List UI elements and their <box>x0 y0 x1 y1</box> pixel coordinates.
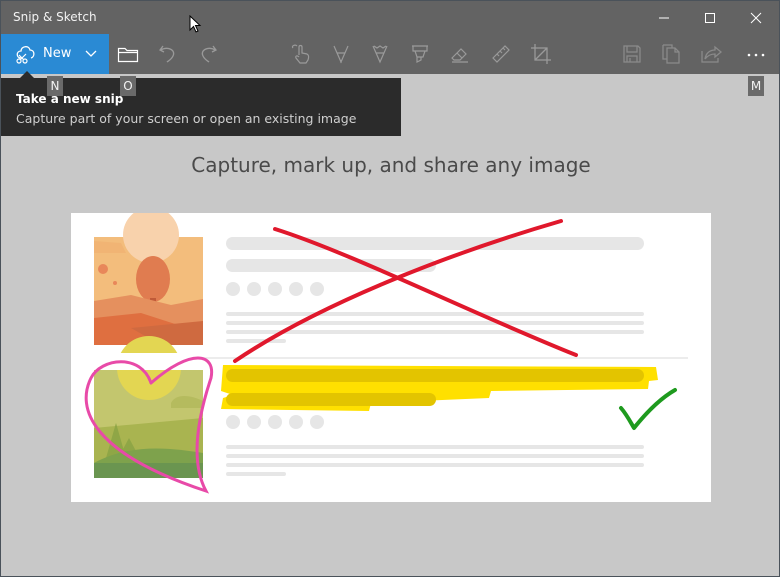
copy-button[interactable] <box>656 39 686 69</box>
tooltip-description: Capture part of your screen or open an e… <box>16 111 357 126</box>
balloon-picture <box>94 207 203 345</box>
ballpoint-pen-icon <box>333 45 349 64</box>
open-file-button[interactable] <box>113 39 143 69</box>
undo-icon <box>159 45 175 63</box>
more-icon <box>747 53 765 57</box>
mouse-cursor-icon <box>189 15 202 33</box>
chevron-down-icon <box>85 50 97 57</box>
ruler-button[interactable] <box>486 39 516 69</box>
landscape-picture <box>94 336 203 478</box>
pencil-button[interactable] <box>365 39 395 69</box>
copy-icon <box>662 44 680 64</box>
share-icon <box>701 45 722 63</box>
pencil-icon <box>372 45 388 64</box>
keytip-new: N <box>47 76 63 96</box>
touch-writing-button[interactable] <box>286 39 316 69</box>
green-checkmark <box>619 388 677 430</box>
snip-and-sketch-window: Snip & Sketch New Take a new snip Captur… <box>0 0 780 577</box>
new-dropdown-button[interactable] <box>84 46 98 65</box>
toolbar: New <box>1 34 779 74</box>
new-button-label: New <box>43 46 72 61</box>
keytip-open: O <box>120 76 136 96</box>
illustration-graphic <box>84 207 688 494</box>
snip-icon <box>16 46 35 64</box>
placeholder-lines-bottom <box>226 415 644 476</box>
redo-icon <box>201 45 217 63</box>
share-button[interactable] <box>696 39 726 69</box>
undo-button[interactable] <box>153 39 183 69</box>
save-icon <box>623 45 641 63</box>
highlighter-button[interactable] <box>405 39 435 69</box>
eraser-button[interactable] <box>445 39 475 69</box>
ballpoint-pen-button[interactable] <box>326 39 356 69</box>
window-title: Snip & Sketch <box>13 10 97 24</box>
touch-writing-icon <box>291 44 310 64</box>
tooltip-title: Take a new snip <box>16 92 124 106</box>
minimize-button[interactable] <box>641 1 687 34</box>
save-button[interactable] <box>617 39 647 69</box>
welcome-illustration <box>71 207 711 502</box>
highlighter-stroke <box>221 365 658 411</box>
eraser-icon <box>451 48 468 63</box>
redo-button[interactable] <box>193 39 223 69</box>
keytip-more: M <box>748 76 764 96</box>
close-button[interactable] <box>733 1 779 34</box>
minimize-icon <box>659 17 669 18</box>
crop-button[interactable] <box>526 39 556 69</box>
more-options-button[interactable] <box>741 39 771 69</box>
crop-icon <box>531 44 551 64</box>
folder-icon <box>117 47 139 63</box>
highlighter-icon <box>412 45 428 63</box>
maximize-icon <box>705 12 715 23</box>
ruler-icon <box>492 45 510 63</box>
title-bar[interactable]: Snip & Sketch <box>1 1 779 34</box>
maximize-button[interactable] <box>687 1 733 34</box>
close-icon <box>750 12 762 23</box>
welcome-headline: Capture, mark up, and share any image <box>191 153 591 177</box>
new-snip-button[interactable]: New <box>1 34 109 74</box>
